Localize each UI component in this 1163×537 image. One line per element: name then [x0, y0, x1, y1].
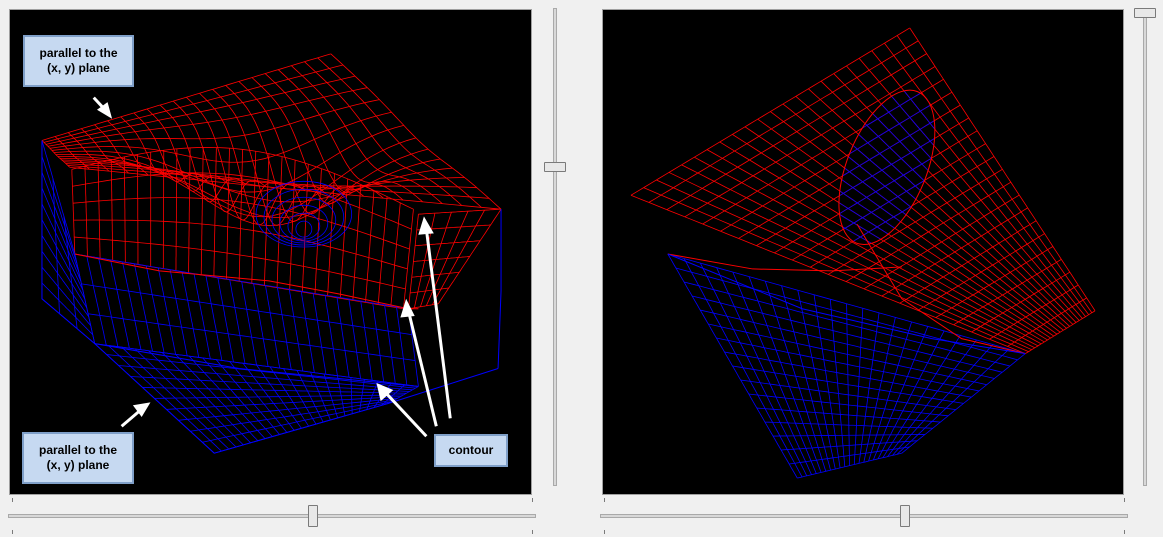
slider-thumb[interactable] [1134, 8, 1156, 18]
callout-contour: contour [434, 434, 508, 467]
slider-thumb[interactable] [308, 505, 319, 527]
right-surface-plot [630, 27, 1096, 479]
callout-text: (x, y) plane [46, 458, 110, 472]
left-vertical-slider[interactable] [543, 8, 567, 486]
callout-top-plane: parallel to the (x, y) plane [23, 35, 134, 87]
slider-track [1143, 8, 1147, 486]
right-vertical-slider[interactable] [1133, 8, 1157, 486]
slider-track [553, 8, 557, 486]
callout-bottom-plane: parallel to the (x, y) plane [22, 432, 134, 484]
callout-text: parallel to the [39, 46, 118, 60]
slider-tick [532, 498, 533, 502]
callout-text: parallel to the [38, 443, 118, 457]
left-horizontal-slider[interactable] [8, 504, 536, 528]
arrow-contour-1 [382, 389, 428, 438]
slider-track [8, 514, 536, 518]
slider-thumb[interactable] [900, 505, 911, 527]
slider-track [600, 514, 1128, 518]
slider-tick [604, 498, 605, 502]
slider-tick [1124, 498, 1125, 502]
slider-tick [1124, 530, 1125, 534]
right-2d-viewport[interactable] [602, 9, 1124, 495]
slider-tick [12, 530, 13, 534]
surface-mesh-upper [630, 27, 1096, 354]
callout-text: (x, y) plane [47, 61, 110, 75]
slider-thumb[interactable] [544, 162, 566, 173]
right-horizontal-slider[interactable] [600, 504, 1128, 528]
slider-tick [532, 530, 533, 534]
arrow-contour-2 [406, 310, 438, 427]
callout-text: contour [448, 443, 494, 457]
slider-tick [604, 530, 605, 534]
slider-tick [12, 498, 13, 502]
